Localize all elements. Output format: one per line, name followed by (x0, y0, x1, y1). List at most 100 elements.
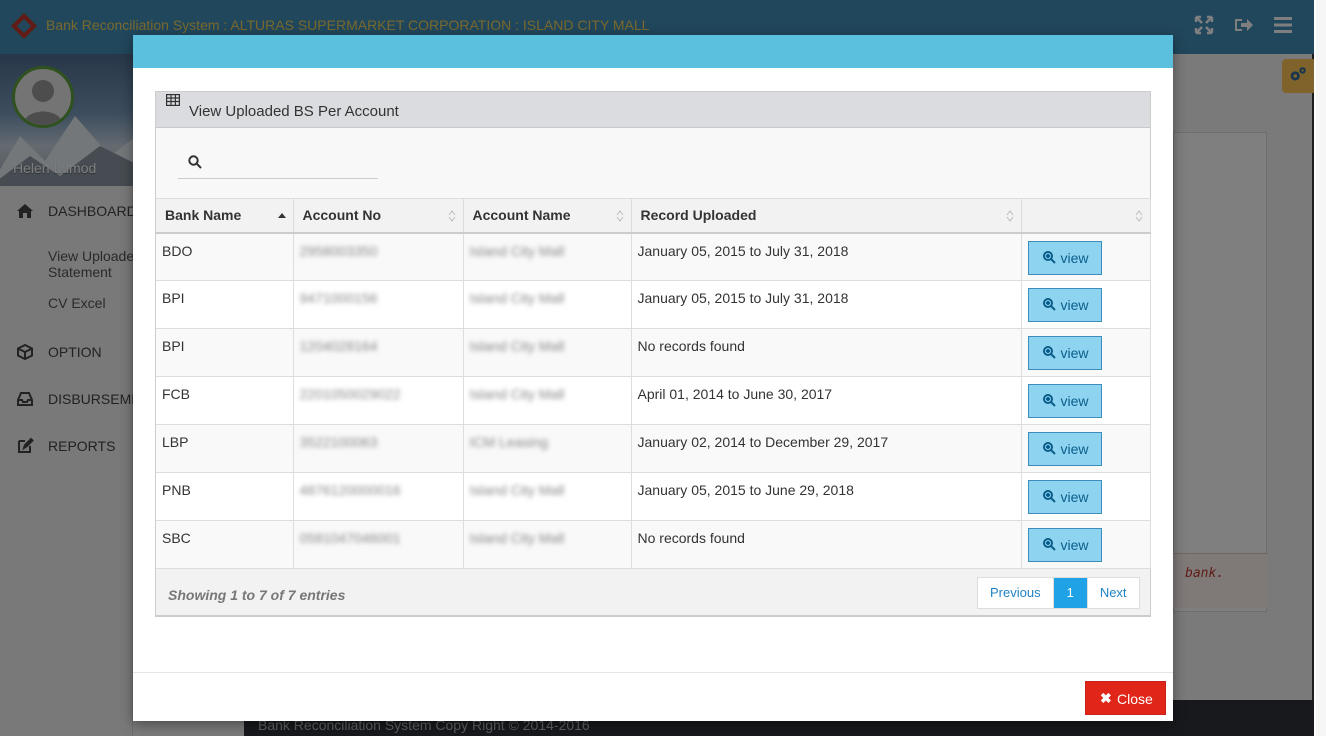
bank-name-cell-text: FCB (162, 386, 190, 402)
account-no-cell: 3522100063 (293, 424, 464, 473)
search-icon (188, 155, 202, 169)
table-row: PNB 4876120000016 Island City Mall January … (156, 472, 1151, 521)
view-button[interactable]: view (1027, 432, 1102, 466)
bank-name-cell: BDO (156, 232, 294, 281)
record-uploaded-cell: No records found (631, 520, 1022, 569)
table-row: BDO 2958003350 Island City Mall January 05,… (156, 232, 1151, 281)
panel-title: View Uploaded BS Per Account (189, 103, 399, 120)
account-name-cell: Island City Mall (463, 376, 632, 425)
table-row: BPI 1204028164 Island City Mall No records … (156, 328, 1151, 377)
bank-name-cell: PNB (156, 472, 294, 521)
view-button[interactable]: view (1027, 336, 1102, 370)
view-button[interactable]: view (1027, 528, 1102, 562)
account-no-cell: 2958003350 (293, 232, 464, 281)
view-button[interactable]: view (1027, 240, 1102, 275)
bank-name-cell: LBP (156, 424, 294, 473)
record-uploaded-cell-text: January 02, 2014 to December 29, 2017 (637, 434, 889, 450)
record-uploaded-cell-text: April 01, 2014 to June 30, 2017 (637, 386, 833, 402)
account-no-cell: 9471000156 (293, 280, 464, 329)
record-uploaded-cell: January 02, 2014 to December 29, 2017 (631, 424, 1022, 473)
account-name-cell-text: Island City Mall (469, 338, 565, 354)
sort-icon (616, 210, 623, 222)
search-input[interactable] (210, 149, 370, 175)
table-row: LBP 3522100063 ICM Leasing January 02, 2014… (156, 424, 1151, 473)
action-cell: view (1021, 328, 1151, 377)
table-row: SBC 0581047046001 Island City Mall No recor… (156, 520, 1151, 569)
column-header-action[interactable] (1021, 198, 1151, 234)
column-header-account-no[interactable]: Account No (293, 198, 464, 234)
view-label: view (1060, 393, 1089, 409)
bank-name-cell-text: LBP (162, 434, 189, 450)
view-button[interactable]: view (1027, 384, 1102, 418)
account-no-cell-text: 9471000156 (299, 290, 378, 306)
search-box (178, 145, 378, 179)
bs-widget: View Uploaded BS Per Account Bank Name A… (155, 91, 1151, 617)
account-name-cell: ICM Leasing (463, 424, 632, 473)
view-label: view (1060, 249, 1089, 266)
record-uploaded-cell: No records found (631, 328, 1022, 377)
column-header-bank-name[interactable]: Bank Name (156, 198, 294, 234)
view-label: view (1060, 537, 1089, 553)
account-name-cell: Island City Mall (463, 280, 632, 329)
bank-name-cell: BPI (156, 328, 294, 377)
account-name-cell: Island City Mall (463, 328, 632, 377)
zoom-in-icon (1042, 490, 1056, 503)
column-header-account-name[interactable]: Account Name (463, 198, 632, 234)
action-cell: view (1021, 424, 1151, 473)
bs-table: Bank Name Account No Account Name Record… (156, 198, 1151, 569)
account-name-cell-text: Island City Mall (469, 530, 565, 546)
zoom-in-icon (1042, 442, 1056, 455)
record-uploaded-cell: January 05, 2015 to June 29, 2018 (631, 472, 1022, 521)
record-uploaded-cell-text: January 05, 2015 to June 29, 2018 (637, 482, 854, 498)
action-cell: view (1021, 280, 1151, 329)
modal-dialog: View Uploaded BS Per Account Bank Name A… (133, 35, 1173, 721)
bank-name-cell-text: BPI (162, 290, 185, 306)
modal-header (133, 35, 1173, 68)
view-label: view (1060, 441, 1089, 457)
zoom-in-icon (1042, 394, 1056, 407)
account-name-cell-text: Island City Mall (469, 290, 565, 306)
action-cell: view (1021, 376, 1151, 425)
record-uploaded-cell: January 05, 2015 to July 31, 2018 (631, 232, 1022, 281)
view-label: view (1060, 489, 1089, 505)
account-name-cell-text: ICM Leasing (469, 434, 549, 450)
record-uploaded-cell: January 05, 2015 to July 31, 2018 (631, 280, 1022, 329)
bank-name-cell: SBC (156, 520, 294, 569)
account-name-cell: Island City Mall (463, 520, 632, 569)
account-no-cell-text: 0581047046001 (299, 530, 401, 546)
column-header-record-uploaded[interactable]: Record Uploaded (631, 198, 1022, 234)
table-footer: Showing 1 to 7 of 7 entries Previous 1 N… (156, 568, 1150, 616)
account-no-cell: 0581047046001 (293, 520, 464, 569)
zoom-in-icon (1042, 538, 1056, 551)
action-cell: view (1021, 472, 1151, 521)
table-header-row: Bank Name Account No Account Name Record… (156, 198, 1151, 234)
account-no-cell-text: 1204028164 (299, 338, 378, 354)
record-uploaded-cell-text: No records found (637, 338, 745, 354)
pagination-previous[interactable]: Previous (978, 578, 1054, 608)
pagination-next[interactable]: Next (1088, 578, 1139, 608)
account-name-cell: Island City Mall (463, 232, 632, 281)
zoom-in-icon (1042, 250, 1056, 264)
account-no-cell-text: 2958003350 (299, 242, 378, 259)
close-button[interactable]: ✖ Close (1085, 681, 1166, 715)
pagination: Previous 1 Next (977, 577, 1140, 609)
modal-footer: ✖ Close (133, 672, 1173, 721)
sort-icon (448, 210, 455, 222)
bank-name-cell-text: BDO (162, 242, 193, 259)
view-button[interactable]: view (1027, 288, 1102, 322)
view-label: view (1060, 297, 1089, 313)
account-no-cell-text: 2201050029022 (299, 386, 401, 402)
table-row: FCB 2201050029022 Island City Mall April 01… (156, 376, 1151, 425)
bank-name-cell-text: PNB (162, 482, 191, 498)
widget-header: View Uploaded BS Per Account (156, 92, 1150, 128)
record-uploaded-cell-text: No records found (637, 530, 745, 546)
sort-icon (1135, 210, 1142, 222)
account-name-cell-text: Island City Mall (469, 386, 565, 402)
action-cell: view (1021, 520, 1151, 569)
table-grid-icon (166, 94, 180, 106)
view-button[interactable]: view (1027, 480, 1102, 514)
pagination-page-1[interactable]: 1 (1053, 578, 1088, 608)
account-no-cell: 4876120000016 (293, 472, 464, 521)
table-row: BPI 9471000156 Island City Mall January 05,… (156, 280, 1151, 329)
bank-name-cell-text: BPI (162, 338, 185, 354)
